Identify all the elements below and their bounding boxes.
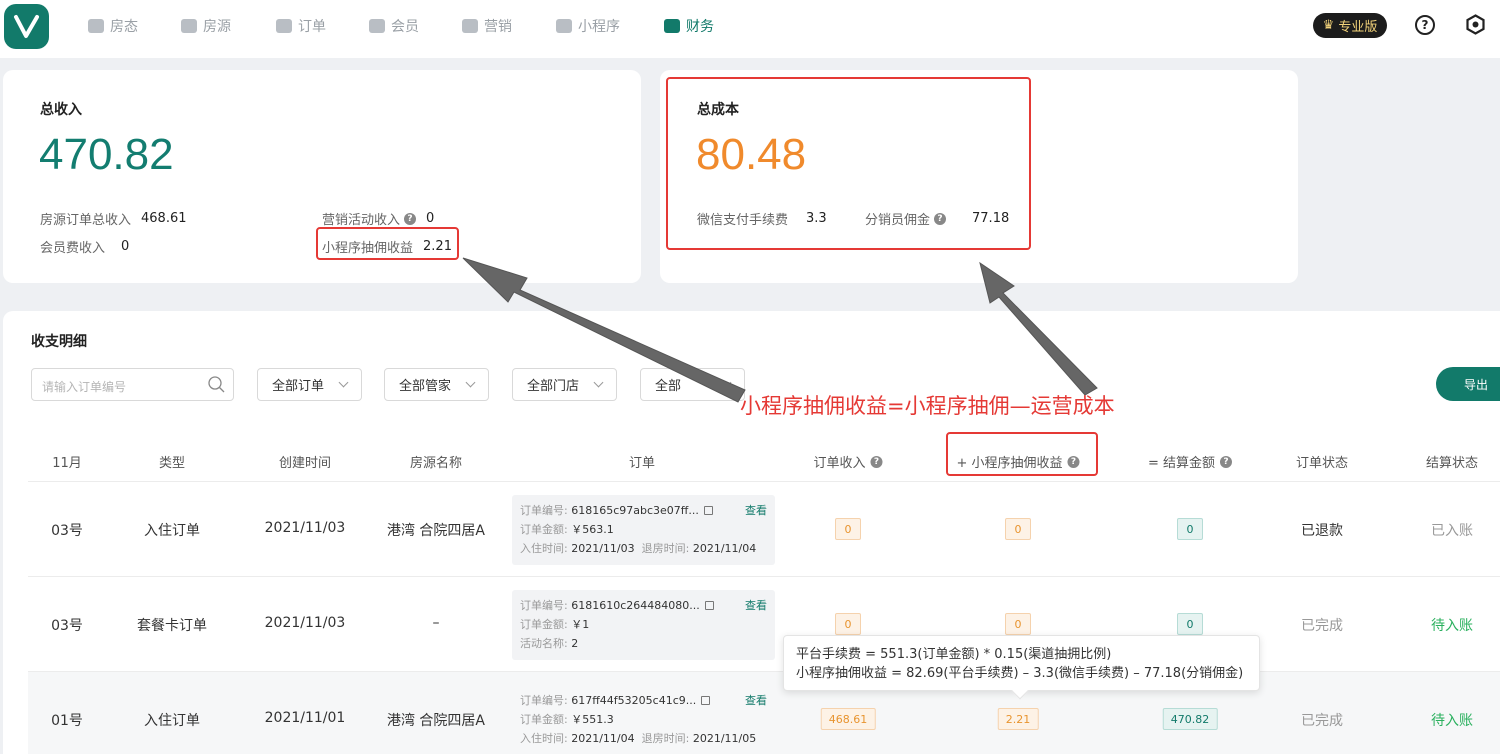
tooltip-line-2: 小程序抽佣收益 = 82.69(平台手续费) – 3.3(微信手续费) – 77… (796, 666, 1244, 681)
chevron-down-icon (593, 377, 604, 388)
export-button[interactable]: 导出 (1436, 367, 1500, 401)
view-order-link[interactable]: 查看 (745, 691, 767, 710)
row-property: 港湾 合院四居A (386, 713, 486, 729)
row-created: 2021/11/01 (264, 710, 346, 726)
chevron-down-icon (721, 377, 732, 388)
search-icon[interactable] (208, 376, 225, 393)
view-order-link[interactable]: 查看 (745, 596, 767, 615)
row-type: 入住订单 (144, 523, 200, 539)
nav-item-members[interactable]: 会员 (369, 15, 419, 37)
order-income-chip: 0 (835, 518, 861, 540)
pro-edition-badge[interactable]: ♛ 专业版 (1313, 13, 1387, 38)
row-property: 港湾 合院四居A (386, 523, 486, 539)
settle-amount-chip: 0 (1177, 518, 1203, 540)
diamond-icon (369, 19, 385, 33)
miniapp-income-chip: 0 (1005, 613, 1031, 635)
row-day: 03号 (51, 618, 83, 634)
order-info-card: 订单编号: 6181610c264484080... 订单金额: ￥1 活动名称… (512, 590, 775, 660)
manager-select[interactable]: 全部管家 (384, 368, 489, 401)
status-select[interactable]: 全部 (640, 368, 745, 401)
row-created: 2021/11/03 (264, 615, 346, 631)
income-title: 总收入 (40, 102, 82, 118)
building-icon (181, 19, 197, 33)
annotation-formula: 小程序抽佣收益=小程序抽佣—运营成本 (740, 394, 1115, 418)
annotation-box-column-header (946, 432, 1098, 476)
detail-title: 收支明细 (31, 334, 87, 350)
table-row[interactable]: 03号 套餐卡订单 2021/11/03 – 订单编号: 6181610c264… (28, 576, 1500, 671)
chevron-down-icon (338, 377, 349, 388)
order-status: 已完成 (1301, 618, 1343, 634)
col-property: 房源名称 (409, 456, 463, 471)
col-settle-amount: = 结算金额 ? (1148, 452, 1233, 471)
crown-icon: ♛ (1322, 18, 1335, 33)
info-icon[interactable]: ? (870, 455, 883, 468)
col-type: 类型 (158, 456, 186, 471)
nav-item-orders[interactable]: 订单 (276, 15, 326, 37)
copy-icon[interactable] (703, 506, 713, 515)
nav-item-marketing[interactable]: 营销 (462, 15, 512, 37)
tooltip-line-1: 平台手续费 = 551.3(订单金额) * 0.15(渠道抽拥比例) (796, 647, 1112, 662)
membership-income: 会员费收入 0 (40, 239, 130, 256)
order-search-input[interactable]: 请输入订单编号 (31, 368, 234, 401)
col-order-income: 订单收入 ? (813, 452, 883, 471)
order-info-card: 订单编号: 618165c97abc3e07ff... 订单金额: ￥563.1… (512, 495, 775, 565)
col-order-status: 订单状态 (1295, 456, 1349, 471)
order-status: 已退款 (1301, 523, 1343, 539)
store-select[interactable]: 全部门店 (512, 368, 617, 401)
marketing-income: 营销活动收入 ? 0 (322, 211, 435, 228)
copy-icon[interactable] (701, 696, 711, 705)
row-type: 入住订单 (144, 713, 200, 729)
settle-status: 待入账 (1431, 618, 1473, 634)
income-expense-detail: 收支明细 请输入订单编号 全部订单 全部管家 全部门店 全部 导出 11月 类型… (3, 311, 1500, 754)
annotation-box-miniapp-income (316, 227, 459, 260)
settings-icon[interactable] (1465, 14, 1486, 35)
app-logo[interactable] (4, 4, 49, 49)
income-total: 470.82 (39, 130, 174, 179)
info-icon[interactable]: ? (404, 212, 417, 225)
table-row[interactable]: 03号 入住订单 2021/11/03 港湾 合院四居A 订单编号: 61816… (28, 481, 1500, 576)
miniapp-income-chip: 0 (1005, 518, 1031, 540)
help-icon[interactable]: ? (1415, 15, 1435, 35)
order-status: 已完成 (1301, 713, 1343, 729)
settle-status: 已入账 (1431, 523, 1473, 539)
calendar-icon (88, 19, 104, 33)
top-nav: 房态 房源 订单 会员 营销 小程序 财务 ♛ 专业版 ? (0, 0, 1500, 58)
row-created: 2021/11/03 (264, 520, 346, 536)
table-row[interactable]: 01号 入住订单 2021/11/01 港湾 合院四居A 订单编号: 617ff… (28, 671, 1500, 754)
nav-item-room-status[interactable]: 房态 (88, 15, 138, 37)
copy-icon[interactable] (704, 601, 714, 610)
view-order-link[interactable]: 查看 (745, 501, 767, 520)
info-icon[interactable]: ? (1220, 455, 1233, 468)
wallet-icon (664, 19, 680, 33)
nav-item-listings[interactable]: 房源 (181, 15, 231, 37)
row-type: 套餐卡订单 (137, 618, 207, 634)
nav-item-finance[interactable]: 财务 (664, 15, 714, 37)
col-order: 订单 (628, 456, 656, 471)
row-day: 03号 (51, 523, 83, 539)
order-type-select[interactable]: 全部订单 (257, 368, 362, 401)
settle-status: 待入账 (1431, 713, 1473, 729)
row-day: 01号 (51, 713, 83, 729)
nav-item-mini-program[interactable]: 小程序 (556, 15, 620, 37)
order-info-card: 订单编号: 617ff44f53205c41c9... 订单金额: ￥551.3… (512, 685, 775, 754)
settle-amount-chip: 0 (1177, 613, 1203, 635)
home-icon (556, 19, 572, 33)
order-income-chip: 468.61 (820, 708, 876, 730)
miniapp-income-chip[interactable]: 2.21 (997, 708, 1039, 730)
row-property: – (432, 615, 440, 631)
commission-tooltip: 平台手续费 = 551.3(订单金额) * 0.15(渠道抽拥比例) 小程序抽佣… (783, 635, 1260, 700)
settle-amount-chip: 470.82 (1162, 708, 1218, 730)
room-order-income: 房源订单总收入 468.61 (40, 211, 187, 228)
col-created: 创建时间 (278, 456, 332, 471)
chevron-down-icon (465, 377, 476, 388)
col-month: 11月 (52, 456, 82, 471)
v-logo-icon (14, 15, 39, 38)
order-income-chip: 0 (835, 613, 861, 635)
annotation-box-total-cost (666, 77, 1031, 250)
col-settle-status: 结算状态 (1425, 456, 1479, 471)
tag-icon (462, 19, 478, 33)
clipboard-icon (276, 19, 292, 33)
